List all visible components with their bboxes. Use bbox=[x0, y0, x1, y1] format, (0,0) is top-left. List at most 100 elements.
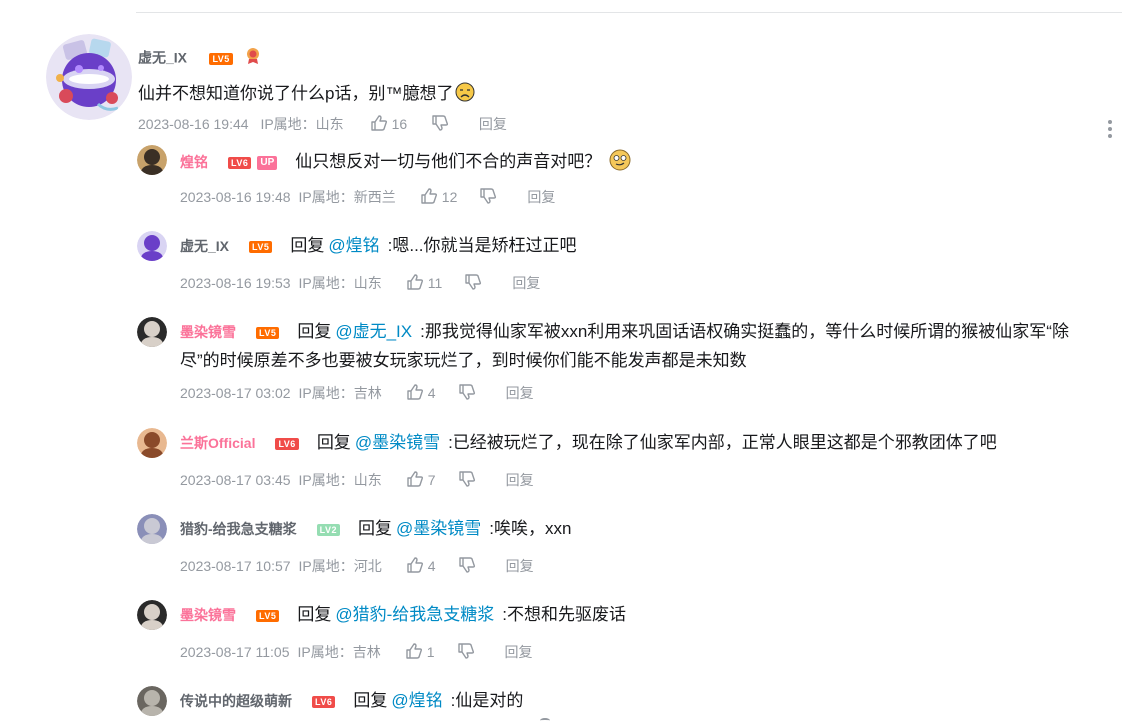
sad-face-emoji bbox=[455, 82, 475, 107]
thumb-down-icon[interactable] bbox=[458, 470, 476, 491]
thumb-down-icon[interactable] bbox=[431, 114, 449, 135]
reply-prefix: 回复 bbox=[358, 519, 393, 538]
thumb-down-icon[interactable] bbox=[479, 187, 497, 208]
like-count: 1 bbox=[426, 644, 435, 660]
reply-button[interactable]: 回复 bbox=[506, 558, 534, 574]
more-vertical-icon[interactable] bbox=[1106, 120, 1114, 138]
reply-info-row: 2023-08-16 19:48 IP属地：新西兰 12 回复 bbox=[180, 187, 555, 208]
reply-line: 虚无_IX LV5 回复 @煌铭:嗯...你就当是矫枉过正吧 bbox=[180, 235, 1120, 258]
reply-prefix: 回复 bbox=[316, 433, 351, 452]
avatar[interactable] bbox=[137, 600, 167, 630]
timestamp: 2023-08-16 19:44 bbox=[138, 116, 249, 132]
timestamp: 2023-08-17 03:02 bbox=[180, 385, 291, 401]
username[interactable]: 传说中的超级萌新 bbox=[180, 693, 292, 709]
username[interactable]: 墨染镜雪 bbox=[180, 607, 236, 623]
up-badge: UP bbox=[257, 155, 278, 170]
avatar[interactable] bbox=[137, 231, 167, 261]
username[interactable]: 虚无_IX bbox=[180, 238, 229, 254]
thumb-up-icon bbox=[406, 470, 424, 491]
divider bbox=[540, 718, 550, 723]
medal-badge-icon bbox=[245, 47, 261, 70]
mention-link[interactable]: @猎豹-给我急支糖浆 bbox=[335, 605, 494, 624]
thumb-up-icon bbox=[405, 642, 423, 663]
reply-line: 墨染镜雪 LV5 回复 @猎豹-给我急支糖浆 :不想和先驱废话 bbox=[180, 604, 1120, 627]
level-badge: LV5 bbox=[256, 609, 280, 622]
username[interactable]: 虚无_IX bbox=[138, 50, 187, 66]
divider bbox=[136, 12, 1122, 13]
timestamp: 2023-08-16 19:48 bbox=[180, 189, 291, 205]
like-button[interactable]: 4 bbox=[406, 383, 436, 404]
reply-content: 回复 @猎豹-给我急支糖浆 :不想和先驱废话 bbox=[297, 605, 626, 624]
thumb-up-icon bbox=[406, 273, 424, 294]
reply-content: 回复 @虚无_IX :那我觉得仙家军被xxn利用来巩固话语权确实挺蠢的，等什么时候所… bbox=[297, 322, 1069, 341]
ip-location: IP属地：山东 bbox=[298, 275, 382, 291]
reply-prefix: 回复 bbox=[297, 322, 332, 341]
avatar[interactable] bbox=[137, 428, 167, 458]
reply-text: :已经被玩烂了，现在除了仙家军内部，正常人眼里这都是个邪教团体了吧 bbox=[448, 433, 997, 452]
ip-location: IP属地：山东 bbox=[260, 116, 344, 132]
username[interactable]: 煌铭 bbox=[180, 154, 208, 170]
mention-link[interactable]: @墨染镜雪 bbox=[355, 433, 440, 452]
like-count: 7 bbox=[427, 472, 436, 488]
mention-link[interactable]: @虚无_IX bbox=[335, 322, 412, 341]
like-count: 12 bbox=[441, 189, 458, 205]
thumb-down-icon[interactable] bbox=[458, 556, 476, 577]
username[interactable]: 兰斯Official bbox=[180, 435, 255, 451]
smug-face-emoji bbox=[609, 149, 631, 177]
thumb-down-icon[interactable] bbox=[457, 642, 475, 663]
reply-button[interactable]: 回复 bbox=[512, 275, 540, 291]
reply-button[interactable]: 回复 bbox=[506, 472, 534, 488]
avatar[interactable] bbox=[137, 514, 167, 544]
reply-text: :不想和先驱废话 bbox=[502, 605, 626, 624]
avatar[interactable] bbox=[137, 686, 167, 716]
thumb-up-icon bbox=[406, 383, 424, 404]
reply-button[interactable]: 回复 bbox=[479, 116, 507, 132]
like-button[interactable]: 16 bbox=[370, 115, 411, 132]
timestamp: 2023-08-17 11:05 bbox=[180, 644, 290, 660]
thumb-down-icon[interactable] bbox=[458, 383, 476, 404]
like-button[interactable]: 4 bbox=[406, 557, 436, 574]
reply-line: 墨染镜雪 LV5 回复 @虚无_IX:那我觉得仙家军被xxn利用来巩固话语权确实挺蠢的… bbox=[180, 321, 1120, 372]
reply-text-continued: 尽”的时候原差不多也要被女玩家玩烂了，到时候你们能不能发声都是未知数 bbox=[180, 351, 747, 370]
reply-line: 猎豹-给我急支糖浆 LV2 回复 @墨染镜雪:唉唉，xxn bbox=[180, 518, 1120, 541]
like-count: 4 bbox=[427, 385, 436, 401]
like-count: 16 bbox=[391, 116, 408, 132]
mention-link[interactable]: @煌铭 bbox=[391, 691, 442, 710]
mention-link[interactable]: @墨染镜雪 bbox=[396, 519, 481, 538]
timestamp: 2023-08-17 03:45 bbox=[180, 472, 291, 488]
like-button[interactable]: 7 bbox=[406, 470, 436, 491]
reply-content: 回复 @墨染镜雪 :已经被玩烂了，现在除了仙家军内部，正常人眼里这都是个邪教团体了吧 bbox=[317, 433, 997, 452]
reply-info-row: 2023-08-16 19:53 IP属地：山东 11 回复 bbox=[180, 273, 540, 294]
ip-location: IP属地：吉林 bbox=[297, 644, 381, 660]
timestamp: 2023-08-16 19:53 bbox=[180, 275, 291, 291]
ip-location: IP属地：河北 bbox=[298, 558, 382, 574]
level-badge: LV5 bbox=[249, 240, 273, 253]
reply-text: 仙只想反对一切与他们不合的声音对吧？ bbox=[295, 152, 602, 171]
like-button[interactable]: 11 bbox=[406, 273, 442, 294]
mention-link[interactable]: @煌铭 bbox=[328, 236, 379, 255]
reply-info-row: 2023-08-17 10:57 IP属地：河北 4 回复 bbox=[180, 556, 534, 577]
thumb-up-icon bbox=[420, 187, 438, 208]
reply-prefix: 回复 bbox=[297, 605, 332, 624]
like-button[interactable]: 12 bbox=[420, 187, 458, 208]
username[interactable]: 墨染镜雪 bbox=[180, 324, 236, 340]
avatar[interactable] bbox=[46, 34, 132, 120]
reply-text: :那我觉得仙家军被xxn利用来巩固话语权确实挺蠢的，等什么时候所谓的猴被仙家军“… bbox=[420, 322, 1069, 341]
reply-line: 煌铭 LV6 UP 仙只想反对一切与他们不合的声音对吧？ bbox=[180, 149, 1120, 177]
username[interactable]: 猎豹-给我急支糖浆 bbox=[180, 521, 297, 537]
ip-location: IP属地：新西兰 bbox=[298, 189, 396, 205]
ip-location: IP属地：山东 bbox=[298, 472, 382, 488]
reply-text: :唉唉，xxn bbox=[489, 519, 572, 538]
reply-content: 回复 @墨染镜雪 :唉唉，xxn bbox=[358, 519, 571, 538]
reply-button[interactable]: 回复 bbox=[506, 385, 534, 401]
avatar[interactable] bbox=[137, 145, 167, 175]
reply-content: 回复 @煌铭:嗯...你就当是矫枉过正吧 bbox=[290, 236, 576, 255]
thumb-down-icon[interactable] bbox=[464, 273, 482, 294]
avatar[interactable] bbox=[137, 317, 167, 347]
like-button[interactable]: 1 bbox=[405, 642, 435, 663]
reply-button[interactable]: 回复 bbox=[527, 189, 555, 205]
reply-prefix: 回复 bbox=[290, 236, 325, 255]
reply-button[interactable]: 回复 bbox=[505, 644, 533, 660]
comment-content: 仙并不想知道你说了什么p话，别™臆想了 bbox=[138, 79, 475, 107]
root-info-row: 2023-08-16 19:44 IP属地：山东 16 回复 bbox=[138, 114, 507, 135]
